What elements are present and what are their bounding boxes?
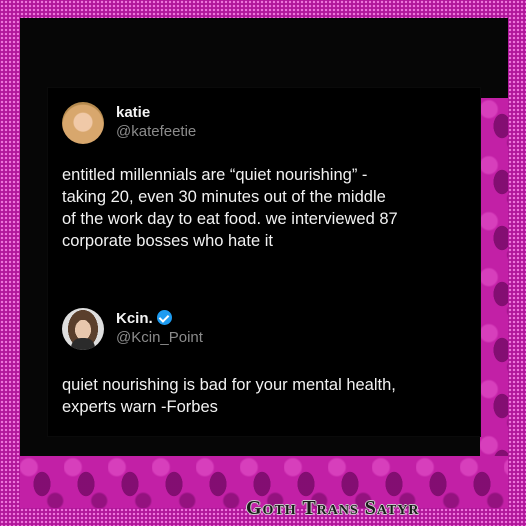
tweet-header: katie @katefeetie <box>116 104 196 142</box>
display-name[interactable]: Kcin. <box>116 310 153 328</box>
tweet-line: entitled millennials are “quiet nourishi… <box>62 166 368 184</box>
tweet-body: entitled millennials are “quiet nourishi… <box>62 164 462 252</box>
watermark-text: Goth Trans Satyr <box>246 497 420 519</box>
damask-border-right <box>480 98 508 508</box>
tweet-line: taking 20, even 30 minutes out of the mi… <box>62 188 386 206</box>
user-handle[interactable]: @katefeetie <box>116 122 196 142</box>
tweet-thread-card: katie @katefeetie entitled millennials a… <box>48 88 480 436</box>
tweet-line: quiet nourishing is bad for your mental … <box>62 376 396 394</box>
tweet-line: of the work day to eat food. we intervie… <box>62 210 398 228</box>
avatar-katie[interactable] <box>62 102 104 144</box>
avatar-kcin[interactable] <box>62 308 104 350</box>
tweet-line: corporate bosses who hate it <box>62 232 273 250</box>
verified-badge-icon <box>156 310 172 325</box>
tweet-line: experts warn -Forbes <box>62 398 218 416</box>
tweet-body: quiet nourishing is bad for your mental … <box>62 374 462 418</box>
tweet-header: Kcin. @Kcin_Point <box>116 310 203 348</box>
display-name[interactable]: katie <box>116 104 150 122</box>
user-handle[interactable]: @Kcin_Point <box>116 328 203 348</box>
